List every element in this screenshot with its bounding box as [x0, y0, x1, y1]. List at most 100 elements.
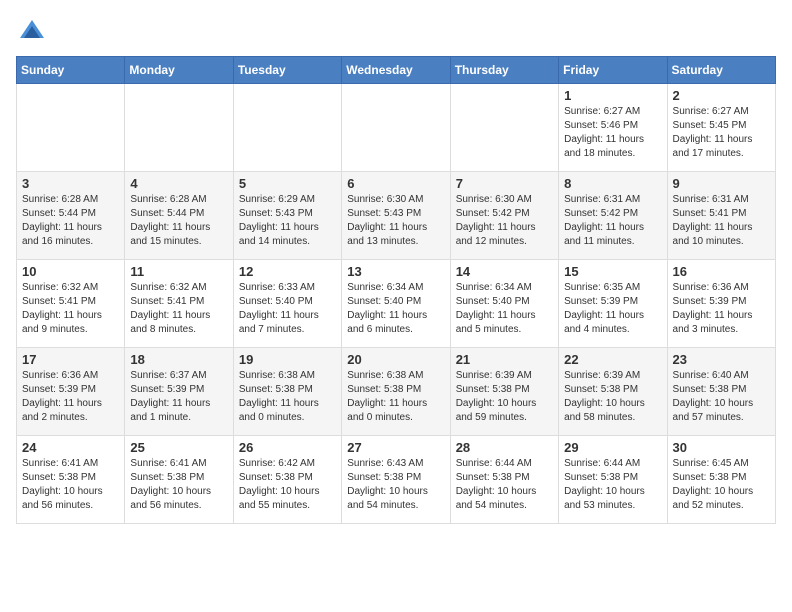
day-info: Sunrise: 6:28 AM Sunset: 5:44 PM Dayligh… [22, 193, 119, 249]
day-info: Sunrise: 6:36 AM Sunset: 5:39 PM Dayligh… [673, 281, 770, 337]
day-number: 8 [564, 176, 661, 191]
day-number: 12 [239, 264, 336, 279]
day-number: 10 [22, 264, 119, 279]
calendar-table: SundayMondayTuesdayWednesdayThursdayFrid… [16, 56, 776, 524]
calendar-cell: 6Sunrise: 6:30 AM Sunset: 5:43 PM Daylig… [342, 172, 450, 260]
day-of-week-header: Monday [125, 57, 233, 84]
calendar-cell: 29 Sunrise: 6:44 AM Sunset: 5:38 PM Dayli… [559, 436, 667, 524]
day-number: 1 [564, 88, 661, 103]
day-number: 18 [130, 352, 227, 367]
day-info: Sunrise: 6:30 AM Sunset: 5:42 PM Dayligh… [456, 193, 553, 249]
calendar-cell: 16 Sunrise: 6:36 AM Sunset: 5:39 PM Dayli… [667, 260, 775, 348]
calendar-cell: 2 Sunrise: 6:27 AM Sunset: 5:45 PM Daylig… [667, 84, 775, 172]
day-number: 20 [347, 352, 444, 367]
calendar-cell: 8 Sunrise: 6:31 AM Sunset: 5:42 PM Daylig… [559, 172, 667, 260]
day-number: 25 [130, 440, 227, 455]
calendar-cell: 28 Sunrise: 6:44 AM Sunset: 5:38 PM Dayli… [450, 436, 558, 524]
calendar-week-row: 1 Sunrise: 6:27 AM Sunset: 5:46 PM Daylig… [17, 84, 776, 172]
day-info: Sunrise: 6:27 AM Sunset: 5:45 PM Dayligh… [673, 105, 770, 161]
day-number: 5 [239, 176, 336, 191]
day-info: Sunrise: 6:36 AM Sunset: 5:39 PM Dayligh… [22, 369, 119, 425]
calendar-cell: 20 Sunrise: 6:38 AM Sunset: 5:38 PM Dayli… [342, 348, 450, 436]
day-info: Sunrise: 6:31 AM Sunset: 5:42 PM Dayligh… [564, 193, 661, 249]
logo-icon [18, 16, 46, 44]
calendar-cell: 13Sunrise: 6:34 AM Sunset: 5:40 PM Dayli… [342, 260, 450, 348]
calendar-cell: 10 Sunrise: 6:32 AM Sunset: 5:41 PM Dayli… [17, 260, 125, 348]
calendar-cell: 17 Sunrise: 6:36 AM Sunset: 5:39 PM Dayli… [17, 348, 125, 436]
calendar-cell: 24Sunrise: 6:41 AM Sunset: 5:38 PM Dayli… [17, 436, 125, 524]
day-info: Sunrise: 6:38 AM Sunset: 5:38 PM Dayligh… [239, 369, 336, 425]
calendar-week-row: 3Sunrise: 6:28 AM Sunset: 5:44 PM Daylig… [17, 172, 776, 260]
calendar-cell: 26 Sunrise: 6:42 AM Sunset: 5:38 PM Dayli… [233, 436, 341, 524]
day-number: 24 [22, 440, 119, 455]
day-info: Sunrise: 6:32 AM Sunset: 5:41 PM Dayligh… [22, 281, 119, 337]
day-info: Sunrise: 6:39 AM Sunset: 5:38 PM Dayligh… [564, 369, 661, 425]
calendar-cell: 12Sunrise: 6:33 AM Sunset: 5:40 PM Dayli… [233, 260, 341, 348]
calendar-cell: 9 Sunrise: 6:31 AM Sunset: 5:41 PM Daylig… [667, 172, 775, 260]
day-info: Sunrise: 6:39 AM Sunset: 5:38 PM Dayligh… [456, 369, 553, 425]
day-number: 4 [130, 176, 227, 191]
day-info: Sunrise: 6:35 AM Sunset: 5:39 PM Dayligh… [564, 281, 661, 337]
day-of-week-header: Saturday [667, 57, 775, 84]
calendar-cell [450, 84, 558, 172]
calendar-cell: 23Sunrise: 6:40 AM Sunset: 5:38 PM Dayli… [667, 348, 775, 436]
calendar-cell: 25 Sunrise: 6:41 AM Sunset: 5:38 PM Dayli… [125, 436, 233, 524]
day-of-week-header: Sunday [17, 57, 125, 84]
calendar-week-row: 24 Sunrise: 6:41 AM Sunset: 5:38 PM Dayli… [17, 436, 776, 524]
calendar-header-row: SundayMondayTuesdayWednesdayThursdayFrid… [17, 57, 776, 84]
calendar-cell: 19Sunrise: 6:38 AM Sunset: 5:38 PM Dayli… [233, 348, 341, 436]
day-number: 6 [347, 176, 444, 191]
day-number: 30 [673, 440, 770, 455]
calendar-cell [125, 84, 233, 172]
day-number: 22 [564, 352, 661, 367]
calendar-cell: 15Sunrise: 6:35 AM Sunset: 5:39 PM Dayli… [559, 260, 667, 348]
logo [16, 16, 46, 44]
calendar-cell: 7 Sunrise: 6:30 AM Sunset: 5:42 PM Daylig… [450, 172, 558, 260]
day-number: 2 [673, 88, 770, 103]
day-of-week-header: Friday [559, 57, 667, 84]
calendar-cell: 27 Sunrise: 6:43 AM Sunset: 5:38 PM Dayli… [342, 436, 450, 524]
calendar-week-row: 17 Sunrise: 6:36 AM Sunset: 5:39 PM Dayli… [17, 348, 776, 436]
day-number: 28 [456, 440, 553, 455]
calendar-cell [233, 84, 341, 172]
day-of-week-header: Tuesday [233, 57, 341, 84]
calendar-cell [342, 84, 450, 172]
day-of-week-header: Thursday [450, 57, 558, 84]
calendar-cell: 11 Sunrise: 6:32 AM Sunset: 5:41 PM Dayli… [125, 260, 233, 348]
day-number: 9 [673, 176, 770, 191]
day-number: 26 [239, 440, 336, 455]
day-number: 11 [130, 264, 227, 279]
calendar-cell: 1 Sunrise: 6:27 AM Sunset: 5:46 PM Daylig… [559, 84, 667, 172]
day-info: Sunrise: 6:44 AM Sunset: 5:38 PM Dayligh… [564, 457, 661, 513]
day-info: Sunrise: 6:34 AM Sunset: 5:40 PM Dayligh… [456, 281, 553, 337]
day-number: 17 [22, 352, 119, 367]
day-number: 21 [456, 352, 553, 367]
day-number: 23 [673, 352, 770, 367]
day-number: 16 [673, 264, 770, 279]
day-number: 29 [564, 440, 661, 455]
day-number: 27 [347, 440, 444, 455]
calendar-cell: 5 Sunrise: 6:29 AM Sunset: 5:43 PM Daylig… [233, 172, 341, 260]
calendar-cell: 3Sunrise: 6:28 AM Sunset: 5:44 PM Daylig… [17, 172, 125, 260]
day-info: Sunrise: 6:43 AM Sunset: 5:38 PM Dayligh… [347, 457, 444, 513]
calendar-cell: 30 Sunrise: 6:45 AM Sunset: 5:38 PM Dayli… [667, 436, 775, 524]
calendar-week-row: 10 Sunrise: 6:32 AM Sunset: 5:41 PM Dayli… [17, 260, 776, 348]
day-info: Sunrise: 6:44 AM Sunset: 5:38 PM Dayligh… [456, 457, 553, 513]
day-info: Sunrise: 6:31 AM Sunset: 5:41 PM Dayligh… [673, 193, 770, 249]
day-info: Sunrise: 6:29 AM Sunset: 5:43 PM Dayligh… [239, 193, 336, 249]
day-info: Sunrise: 6:34 AM Sunset: 5:40 PM Dayligh… [347, 281, 444, 337]
day-info: Sunrise: 6:28 AM Sunset: 5:44 PM Dayligh… [130, 193, 227, 249]
day-info: Sunrise: 6:41 AM Sunset: 5:38 PM Dayligh… [130, 457, 227, 513]
page-header [16, 16, 776, 44]
day-number: 7 [456, 176, 553, 191]
day-of-week-header: Wednesday [342, 57, 450, 84]
day-info: Sunrise: 6:32 AM Sunset: 5:41 PM Dayligh… [130, 281, 227, 337]
day-number: 14 [456, 264, 553, 279]
day-info: Sunrise: 6:27 AM Sunset: 5:46 PM Dayligh… [564, 105, 661, 161]
calendar-cell: 22 Sunrise: 6:39 AM Sunset: 5:38 PM Dayli… [559, 348, 667, 436]
day-info: Sunrise: 6:42 AM Sunset: 5:38 PM Dayligh… [239, 457, 336, 513]
day-info: Sunrise: 6:37 AM Sunset: 5:39 PM Dayligh… [130, 369, 227, 425]
calendar-cell [17, 84, 125, 172]
day-info: Sunrise: 6:45 AM Sunset: 5:38 PM Dayligh… [673, 457, 770, 513]
day-info: Sunrise: 6:38 AM Sunset: 5:38 PM Dayligh… [347, 369, 444, 425]
